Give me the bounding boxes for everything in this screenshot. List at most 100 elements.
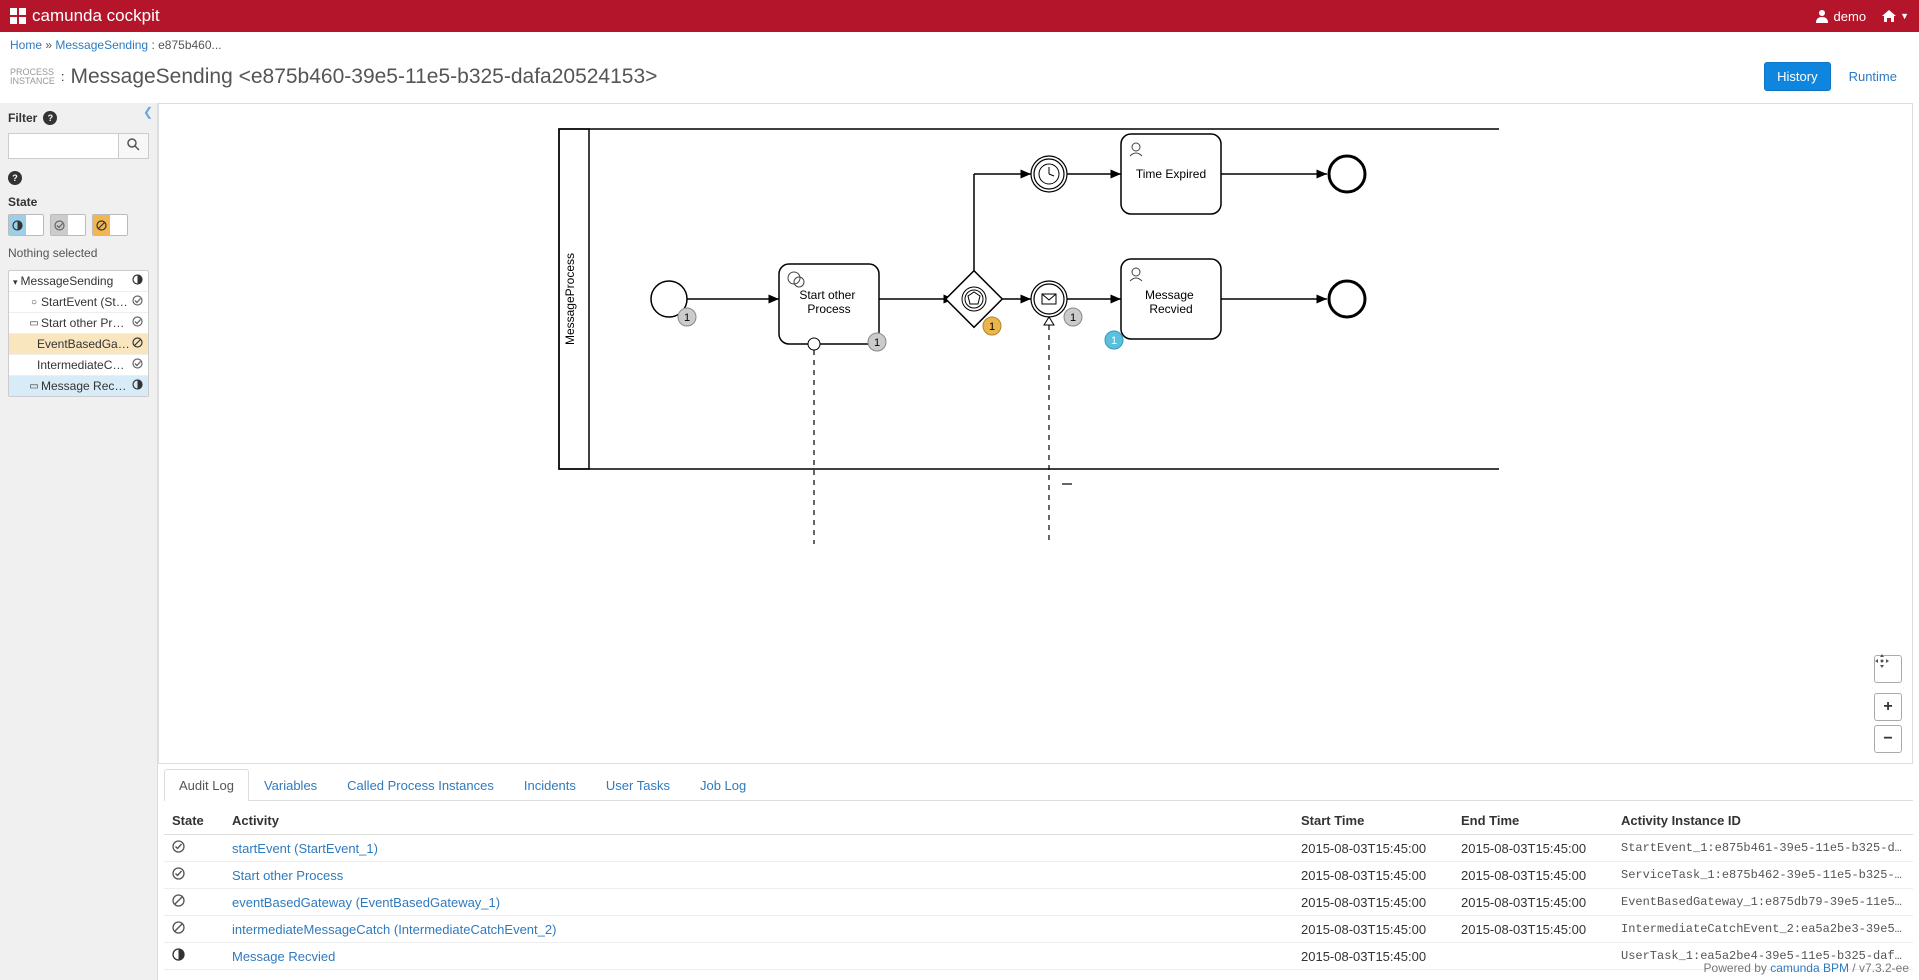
- filter-input[interactable]: [8, 133, 119, 159]
- message-catch-event[interactable]: [1031, 281, 1067, 317]
- activity-link[interactable]: startEvent (StartEvent_1): [232, 841, 378, 856]
- help-icon-2[interactable]: ?: [8, 171, 22, 185]
- col-activity: Activity: [224, 807, 1293, 835]
- row-id: EventBasedGateway_1:e875db79-39e5-11e5-b…: [1613, 889, 1913, 916]
- completed-icon: [132, 316, 143, 327]
- breadcrumb: Home » MessageSending : e875b460...: [0, 32, 1919, 58]
- state-toggle-completed[interactable]: [50, 214, 86, 236]
- row-id: ServiceTask_1:e875b462-39e5-11e5-b325-da…: [1613, 862, 1913, 889]
- expand-icon[interactable]: ▾: [13, 277, 18, 287]
- tree-item[interactable]: ▭ Message Recvied: [9, 376, 148, 396]
- tree-item[interactable]: IntermediateCatc...: [9, 355, 148, 376]
- running-icon: [12, 220, 23, 231]
- start-event-icon: ○: [27, 297, 41, 308]
- row-end: 2015-08-03T15:45:00: [1453, 889, 1613, 916]
- row-state: [164, 862, 224, 889]
- tab-audit-log[interactable]: Audit Log: [164, 769, 249, 801]
- running-icon: [132, 274, 143, 285]
- row-end: [1453, 943, 1613, 970]
- svg-text:1: 1: [989, 321, 995, 333]
- canceled-icon: [96, 220, 107, 231]
- col-id: Activity Instance ID: [1613, 807, 1913, 835]
- tree-item[interactable]: ▭ Start other Process: [9, 313, 148, 334]
- end-event[interactable]: [1329, 156, 1365, 192]
- tree-item[interactable]: EventBasedGate...: [9, 334, 148, 355]
- activity-tree: ▾MessageSending ○ StartEvent (StartE... …: [8, 270, 149, 397]
- user-menu[interactable]: demo: [1815, 9, 1867, 24]
- row-start: 2015-08-03T15:45:00: [1293, 916, 1453, 943]
- runtime-button[interactable]: Runtime: [1837, 62, 1909, 91]
- completed-icon: [54, 220, 65, 231]
- tab-incidents[interactable]: Incidents: [509, 769, 591, 801]
- activity-link[interactable]: Start other Process: [232, 868, 343, 883]
- zoom-in-button[interactable]: +: [1874, 693, 1902, 721]
- svg-text:1: 1: [1070, 312, 1076, 324]
- row-state: [164, 889, 224, 916]
- pool-label: MessageProcess: [563, 253, 577, 345]
- timer-catch-event[interactable]: [1031, 156, 1067, 192]
- canceled-icon: [132, 337, 143, 348]
- table-row: Start other Process2015-08-03T15:45:0020…: [164, 862, 1913, 889]
- breadcrumb-process[interactable]: MessageSending: [55, 38, 148, 52]
- activity-link[interactable]: Message Recvied: [232, 949, 335, 964]
- breadcrumb-home[interactable]: Home: [10, 38, 42, 52]
- help-icon[interactable]: ?: [43, 111, 57, 125]
- title-bar: PROCESSINSTANCE : MessageSending <e875b4…: [0, 58, 1919, 103]
- row-state: [164, 835, 224, 862]
- col-end: End Time: [1453, 807, 1613, 835]
- history-button[interactable]: History: [1764, 62, 1830, 91]
- reset-zoom-button[interactable]: [1874, 655, 1902, 683]
- svg-text:Start other Proces: Start other Process: [799, 288, 858, 316]
- user-task-time-expired[interactable]: Time Expired: [1121, 134, 1221, 214]
- home-menu[interactable]: ▼: [1881, 9, 1909, 23]
- row-state: [164, 943, 224, 970]
- row-start: 2015-08-03T15:45:00: [1293, 835, 1453, 862]
- row-start: 2015-08-03T15:45:00: [1293, 862, 1453, 889]
- filter-search-button[interactable]: [119, 133, 149, 159]
- running-icon: [132, 379, 143, 390]
- completed-icon: [132, 295, 143, 306]
- activity-link[interactable]: eventBasedGateway (EventBasedGateway_1): [232, 895, 500, 910]
- state-toggle-running[interactable]: [8, 214, 44, 236]
- tree-root[interactable]: ▾MessageSending: [9, 271, 148, 292]
- service-task-start-other[interactable]: Start other Process: [779, 264, 879, 344]
- completed-icon: [132, 358, 143, 369]
- tree-item[interactable]: ○ StartEvent (StartE...: [9, 292, 148, 313]
- zoom-out-button[interactable]: −: [1874, 725, 1902, 753]
- end-event-2[interactable]: [1329, 281, 1365, 317]
- svg-text:1: 1: [1111, 335, 1117, 347]
- title-tag: PROCESSINSTANCE: [10, 68, 55, 86]
- svg-text:1: 1: [684, 312, 690, 324]
- task-icon: ▭: [27, 381, 41, 392]
- activity-link[interactable]: intermediateMessageCatch (IntermediateCa…: [232, 922, 556, 937]
- user-icon: [1815, 9, 1829, 23]
- nothing-selected-label: Nothing selected: [8, 246, 149, 260]
- footer-link[interactable]: camunda BPM: [1770, 961, 1849, 975]
- detail-tabs: Audit Log Variables Called Process Insta…: [164, 768, 1913, 801]
- tab-variables[interactable]: Variables: [249, 769, 332, 801]
- row-id: IntermediateCatchEvent_2:ea5a2be3-39e5-1…: [1613, 916, 1913, 943]
- tab-user-tasks[interactable]: User Tasks: [591, 769, 685, 801]
- move-icon: [1874, 653, 1890, 669]
- audit-log-table: State Activity Start Time End Time Activ…: [164, 807, 1913, 970]
- footer: Powered by camunda BPM / v7.3.2-ee: [1704, 961, 1909, 975]
- table-row: eventBasedGateway (EventBasedGateway_1) 2…: [164, 889, 1913, 916]
- svg-text:1: 1: [874, 337, 880, 349]
- filter-label: Filter ?: [8, 111, 149, 125]
- row-end: 2015-08-03T15:45:00: [1453, 835, 1613, 862]
- app-logo[interactable]: camunda cockpit: [10, 6, 160, 26]
- logo-icon: [10, 8, 26, 24]
- app-header: camunda cockpit demo ▼: [0, 0, 1919, 32]
- user-task-message-recvied[interactable]: Message Recvied: [1121, 259, 1221, 339]
- state-toggle-canceled[interactable]: [92, 214, 128, 236]
- bpmn-diagram[interactable]: MessageProcess 1 Start other Process: [158, 103, 1913, 764]
- collapse-sidebar-icon[interactable]: ❮: [143, 105, 153, 119]
- row-end: 2015-08-03T15:45:00: [1453, 916, 1613, 943]
- tab-job-log[interactable]: Job Log: [685, 769, 761, 801]
- svg-text:Time Expired: Time Expired: [1136, 167, 1206, 181]
- row-id: StartEvent_1:e875b461-39e5-11e5-b325-daf…: [1613, 835, 1913, 862]
- search-icon: [127, 138, 140, 151]
- tab-called-processes[interactable]: Called Process Instances: [332, 769, 509, 801]
- task-icon: ▭: [27, 318, 41, 329]
- table-row: intermediateMessageCatch (IntermediateCa…: [164, 916, 1913, 943]
